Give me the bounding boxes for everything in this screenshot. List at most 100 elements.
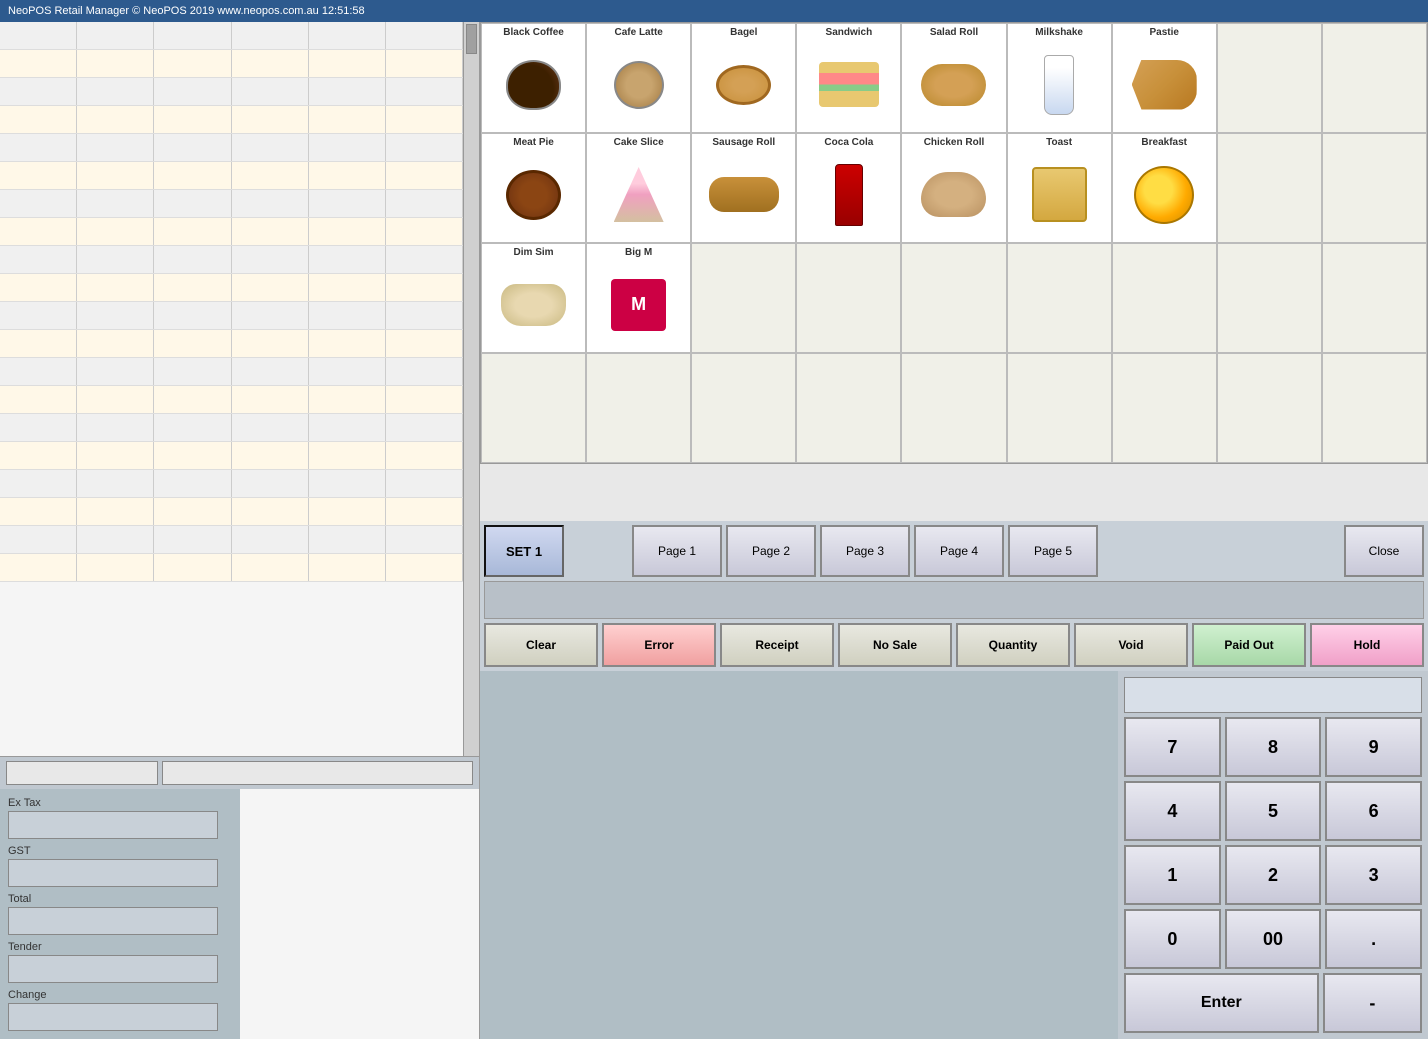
product-empty-3	[1217, 133, 1322, 243]
product-image	[921, 172, 986, 217]
enter-button[interactable]: Enter	[1124, 973, 1319, 1033]
table-row	[0, 386, 463, 414]
scroll-thumb[interactable]	[466, 24, 477, 54]
table-row	[0, 50, 463, 78]
product-empty-15	[796, 353, 901, 463]
numpad-dot[interactable]: .	[1325, 909, 1422, 969]
product-empty-14	[691, 353, 796, 463]
product-salad-roll[interactable]: Salad Roll	[901, 23, 1006, 133]
gst-group: GST	[8, 845, 232, 887]
hold-button[interactable]: Hold	[1310, 623, 1424, 667]
product-empty-6	[796, 243, 901, 353]
product-empty-7	[901, 243, 1006, 353]
scrollbar[interactable]	[463, 22, 479, 756]
ex-tax-group: Ex Tax	[8, 797, 232, 839]
product-bagel[interactable]: Bagel	[691, 23, 796, 133]
title-text: NeoPOS Retail Manager © NeoPOS 2019 www.…	[8, 5, 365, 17]
page2-button[interactable]: Page 2	[726, 525, 816, 577]
page1-button[interactable]: Page 1	[632, 525, 722, 577]
page3-button[interactable]: Page 3	[820, 525, 910, 577]
bottom-middle	[480, 671, 1118, 1039]
gst-input	[8, 859, 218, 887]
enter-row: Enter -	[1124, 973, 1422, 1033]
page5-button[interactable]: Page 5	[1008, 525, 1098, 577]
product-image	[1132, 60, 1197, 110]
table-row	[0, 218, 463, 246]
product-sausage-roll[interactable]: Sausage Roll	[691, 133, 796, 243]
numpad-2[interactable]: 2	[1225, 845, 1322, 905]
numpad-0[interactable]: 0	[1124, 909, 1221, 969]
change-input	[8, 1003, 218, 1031]
product-cake-slice[interactable]: Cake Slice	[586, 133, 691, 243]
table-row	[0, 554, 463, 582]
product-image	[1044, 55, 1074, 115]
product-toast[interactable]: Toast	[1007, 133, 1112, 243]
product-meat-pie[interactable]: Meat Pie	[481, 133, 586, 243]
numpad-5[interactable]: 5	[1225, 781, 1322, 841]
quantity-button[interactable]: Quantity	[956, 623, 1070, 667]
minus-button[interactable]: -	[1323, 973, 1422, 1033]
table-row	[0, 78, 463, 106]
product-breakfast[interactable]: Breakfast	[1112, 133, 1217, 243]
numpad-6[interactable]: 6	[1325, 781, 1422, 841]
numpad-7[interactable]: 7	[1124, 717, 1221, 777]
product-sandwich[interactable]: Sandwich	[796, 23, 901, 133]
product-milkshake[interactable]: Milkshake	[1007, 23, 1112, 133]
error-button[interactable]: Error	[602, 623, 716, 667]
page4-button[interactable]: Page 4	[914, 525, 1004, 577]
product-empty-9	[1112, 243, 1217, 353]
tender-label: Tender	[8, 941, 232, 953]
table-row	[0, 330, 463, 358]
right-panel: Black Coffee Cafe Latte Bagel Sandwich S…	[480, 22, 1428, 1039]
void-button[interactable]: Void	[1074, 623, 1188, 667]
numpad-9[interactable]: 9	[1325, 717, 1422, 777]
product-empty-20	[1322, 353, 1427, 463]
product-cafe-latte[interactable]: Cafe Latte	[586, 23, 691, 133]
product-image: M	[611, 279, 666, 331]
set1-button[interactable]: SET 1	[484, 525, 564, 577]
product-pastie[interactable]: Pastie	[1112, 23, 1217, 133]
close-button[interactable]: Close	[1344, 525, 1424, 577]
table-row	[0, 162, 463, 190]
table-row	[0, 22, 463, 50]
transaction-input-small[interactable]	[6, 761, 158, 785]
product-image	[614, 61, 664, 109]
bottom-area: 7 8 9 4 5 6 1 2 3 0 00 . Enter -	[480, 671, 1428, 1039]
product-empty-1	[1217, 23, 1322, 133]
product-coca-cola[interactable]: Coca Cola	[796, 133, 901, 243]
total-group: Total	[8, 893, 232, 935]
product-chicken-roll[interactable]: Chicken Roll	[901, 133, 1006, 243]
empty-buttons-row	[484, 581, 1424, 619]
product-grid: Black Coffee Cafe Latte Bagel Sandwich S…	[480, 22, 1428, 464]
controls-area: SET 1 Page 1 Page 2 Page 3 Page 4 Page 5…	[480, 521, 1428, 671]
product-grid-container: Black Coffee Cafe Latte Bagel Sandwich S…	[480, 22, 1428, 521]
product-dim-sim[interactable]: Dim Sim	[481, 243, 586, 353]
gst-label: GST	[8, 845, 232, 857]
financial-fields: Ex Tax GST Total Tender Change	[0, 789, 240, 1039]
product-big-m[interactable]: Big M M	[586, 243, 691, 353]
table-row	[0, 190, 463, 218]
total-input	[8, 907, 218, 935]
transaction-input-large[interactable]	[162, 761, 473, 785]
numpad-3[interactable]: 3	[1325, 845, 1422, 905]
table-row	[0, 414, 463, 442]
total-label: Total	[8, 893, 232, 905]
table-row	[0, 134, 463, 162]
transaction-table	[0, 22, 463, 756]
product-empty-2	[1322, 23, 1427, 133]
tender-input	[8, 955, 218, 983]
product-empty-12	[481, 353, 586, 463]
numpad-1[interactable]: 1	[1124, 845, 1221, 905]
ex-tax-input	[8, 811, 218, 839]
product-empty-10	[1217, 243, 1322, 353]
product-black-coffee[interactable]: Black Coffee	[481, 23, 586, 133]
paid-out-button[interactable]: Paid Out	[1192, 623, 1306, 667]
clear-button[interactable]: Clear	[484, 623, 598, 667]
product-image	[614, 167, 664, 222]
numpad-8[interactable]: 8	[1225, 717, 1322, 777]
receipt-button[interactable]: Receipt	[720, 623, 834, 667]
no-sale-button[interactable]: No Sale	[838, 623, 952, 667]
numpad-00[interactable]: 00	[1225, 909, 1322, 969]
table-row	[0, 246, 463, 274]
numpad-4[interactable]: 4	[1124, 781, 1221, 841]
